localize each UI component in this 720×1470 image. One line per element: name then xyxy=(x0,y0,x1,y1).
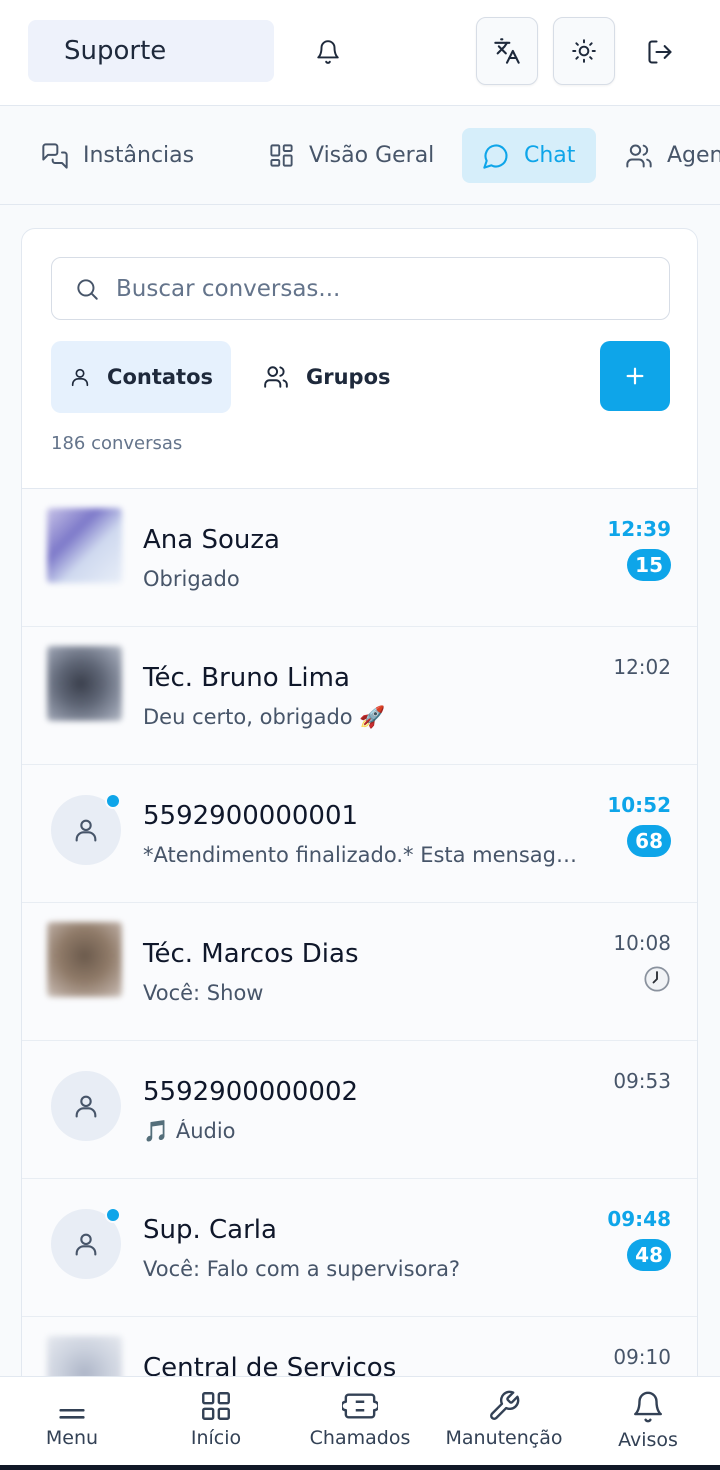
avatar xyxy=(47,646,122,721)
bell-icon xyxy=(634,1391,662,1423)
tab-chat[interactable]: Chat xyxy=(462,128,596,183)
last-message: Você: Falo com a supervisora? xyxy=(143,1257,461,1281)
sun-icon xyxy=(572,39,596,63)
message-time: 09:48 xyxy=(607,1207,671,1231)
clock-icon xyxy=(644,966,670,992)
online-indicator xyxy=(105,1207,121,1223)
avatar xyxy=(51,1071,121,1141)
translate-icon xyxy=(494,38,520,64)
user-icon xyxy=(75,1095,97,1118)
segment-label: Grupos xyxy=(306,365,391,389)
workspace-selector[interactable]: Suporte xyxy=(28,20,274,82)
bottom-nav-manutencao[interactable]: Manutenção xyxy=(432,1377,576,1466)
theme-toggle-button[interactable] xyxy=(553,17,615,85)
contact-name: Ana Souza xyxy=(143,525,280,555)
tab-instancias[interactable]: Instâncias xyxy=(41,128,194,183)
bottom-nav-label: Início xyxy=(190,1427,242,1449)
top-header: Suporte xyxy=(0,0,720,106)
last-message: 🎵 Áudio xyxy=(143,1119,236,1143)
unread-badge: 15 xyxy=(627,549,671,581)
bottom-nav-label: Chamados xyxy=(309,1427,411,1449)
contact-name: Téc. Bruno Lima xyxy=(143,663,350,693)
contact-name: 5592900000001 xyxy=(143,801,359,831)
conversation-list: Ana Souza Obrigado 12:39 15 Téc. Bruno L… xyxy=(22,488,697,1407)
user-icon xyxy=(75,1233,97,1256)
new-conversation-button[interactable] xyxy=(600,341,670,411)
segment-contatos[interactable]: Contatos xyxy=(51,341,231,413)
online-indicator xyxy=(105,793,121,809)
wrench-icon xyxy=(490,1390,520,1420)
conversations-panel: Contatos Grupos 186 conversas Ana Souza … xyxy=(21,228,698,1408)
logout-icon xyxy=(648,40,672,64)
ticket-icon xyxy=(342,1393,378,1419)
last-message: Deu certo, obrigado 🚀 xyxy=(143,705,386,729)
tab-label: Chat xyxy=(524,143,576,168)
last-message: Você: Show xyxy=(143,981,264,1005)
user-icon xyxy=(75,819,97,842)
chat-bubble-icon xyxy=(483,143,508,169)
conversation-row[interactable]: Sup. Carla Você: Falo com a supervisora?… xyxy=(22,1179,697,1317)
grid-icon xyxy=(270,144,293,167)
message-time: 10:52 xyxy=(607,793,671,817)
conversation-count: 186 conversas xyxy=(51,433,183,454)
bottom-nav-inicio[interactable]: Início xyxy=(144,1377,288,1466)
bottom-nav: Menu Início Chamados Manutenção Avisos xyxy=(0,1376,720,1470)
bottom-nav-chamados[interactable]: Chamados xyxy=(288,1377,432,1466)
last-message: Obrigado xyxy=(143,567,240,591)
message-time: 10:08 xyxy=(613,931,671,955)
bottom-nav-label: Avisos xyxy=(618,1429,678,1451)
bottom-nav-menu[interactable]: Menu xyxy=(0,1377,144,1466)
notifications-button[interactable] xyxy=(306,30,350,74)
bottom-nav-label: Manutenção xyxy=(445,1427,563,1449)
group-icon xyxy=(264,366,288,388)
segment-grupos[interactable]: Grupos xyxy=(244,341,409,413)
tab-agenda[interactable]: Agen xyxy=(625,128,720,183)
tab-label: Instâncias xyxy=(83,143,195,168)
users-icon xyxy=(626,144,652,167)
search-icon xyxy=(77,278,98,300)
search-input[interactable] xyxy=(116,275,636,302)
main-nav: Instâncias Visão Geral Chat Agen xyxy=(0,107,720,205)
tab-label: Visão Geral xyxy=(309,143,435,168)
home-grid-icon xyxy=(202,1392,230,1420)
user-icon xyxy=(71,368,89,387)
segment-label: Contatos xyxy=(107,365,213,389)
tab-visao-geral[interactable]: Visão Geral xyxy=(268,128,434,183)
contact-name: 5592900000002 xyxy=(143,1077,359,1107)
plus-icon xyxy=(626,367,644,385)
avatar xyxy=(47,508,122,583)
conversation-row[interactable]: Ana Souza Obrigado 12:39 15 xyxy=(22,489,697,627)
bottom-nav-label: Menu xyxy=(45,1427,99,1449)
unread-badge: 68 xyxy=(627,825,671,857)
workspace-label: Suporte xyxy=(64,36,167,66)
tab-label: Agen xyxy=(667,143,720,168)
message-time: 09:10 xyxy=(613,1345,671,1369)
avatar xyxy=(47,922,122,997)
conversation-row[interactable]: 5592900000002 🎵 Áudio 09:53 xyxy=(22,1041,697,1179)
logout-button[interactable] xyxy=(638,30,682,74)
bell-icon xyxy=(317,40,339,64)
language-button[interactable] xyxy=(476,17,538,85)
conversation-row[interactable]: Téc. Bruno Lima Deu certo, obrigado 🚀 12… xyxy=(22,627,697,765)
message-time: 09:53 xyxy=(613,1069,671,1093)
message-time: 12:02 xyxy=(613,655,671,679)
message-time: 12:39 xyxy=(607,517,671,541)
search-box[interactable] xyxy=(51,257,670,320)
conversation-row[interactable]: 5592900000001 *Atendimento finalizado.* … xyxy=(22,765,697,903)
messages-icon xyxy=(42,142,68,169)
bottom-nav-avisos[interactable]: Avisos xyxy=(576,1377,720,1466)
last-message: *Atendimento finalizado.* Esta mensagem … xyxy=(143,843,583,867)
menu-icon xyxy=(59,1408,85,1419)
conversation-row[interactable]: Téc. Marcos Dias Você: Show 10:08 xyxy=(22,903,697,1041)
contact-name: Sup. Carla xyxy=(143,1215,277,1245)
unread-badge: 48 xyxy=(627,1239,671,1271)
contact-name: Téc. Marcos Dias xyxy=(143,939,359,969)
